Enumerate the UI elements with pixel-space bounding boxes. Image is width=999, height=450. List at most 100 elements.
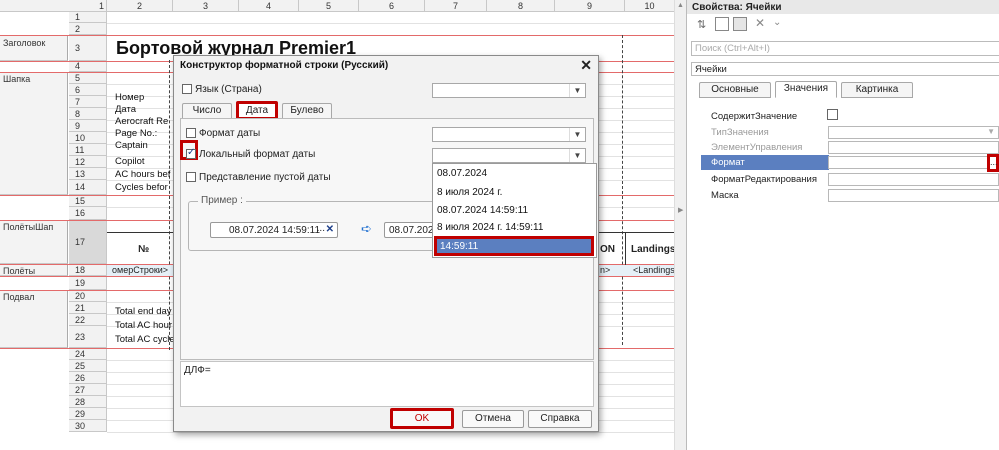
close-icon[interactable]: ✕ — [580, 57, 592, 74]
header-field[interactable]: AC hours bef — [115, 169, 170, 180]
properties-panel[interactable]: Свойства: Ячейки ⇅ ✕ ⌄ Поиск (Ctrl+Alt+I… — [686, 0, 999, 450]
group-flights-header[interactable]: ПолётыШап — [0, 220, 68, 264]
lang-checkbox[interactable] — [182, 84, 192, 95]
tab-picture[interactable]: Картинка — [841, 82, 913, 98]
row-header-23[interactable]: 23 — [69, 326, 107, 348]
row-header-22[interactable]: 22 — [69, 314, 107, 326]
row-header-4[interactable]: 4 — [69, 61, 107, 72]
row-header-14[interactable]: 14 — [69, 180, 107, 195]
row-header-19[interactable]: 19 — [69, 276, 107, 290]
row-header-27[interactable]: 27 — [69, 384, 107, 396]
row-header-20[interactable]: 20 — [69, 290, 107, 302]
row-header-25[interactable]: 25 — [69, 360, 107, 372]
local-format-checkbox[interactable] — [186, 147, 196, 160]
value-type-field[interactable]: ▼ — [828, 126, 999, 139]
chevron-down-icon[interactable]: ▼ — [569, 149, 585, 162]
row-header-11[interactable]: 11 — [69, 144, 107, 156]
table-header-landings[interactable]: Landings — [631, 244, 675, 255]
header-field[interactable]: Дата — [115, 104, 136, 115]
ok-button[interactable]: OK — [390, 408, 454, 429]
row-header-30[interactable]: 30 — [69, 420, 107, 432]
prop-format[interactable]: Формат — [711, 157, 745, 168]
local-format-select[interactable]: ▼ — [432, 148, 586, 163]
date-format-row[interactable]: Формат даты — [186, 128, 260, 139]
footer-field[interactable]: Total end day — [115, 306, 172, 317]
group-header[interactable]: Шапка — [0, 72, 68, 195]
lang-select[interactable]: ▼ — [432, 83, 586, 98]
header-field[interactable]: Aerocraft Re — [115, 116, 168, 127]
empty-date-row[interactable]: Представление пустой даты — [186, 172, 331, 183]
row-param-mid[interactable]: n> — [600, 265, 610, 275]
chevron-down-icon[interactable]: ▼ — [987, 127, 995, 136]
row-header-9[interactable]: 9 — [69, 120, 107, 132]
chevron-down-icon[interactable]: ▼ — [569, 128, 585, 141]
row-header-26[interactable]: 26 — [69, 372, 107, 384]
chevron-down-icon[interactable]: ⌄ — [773, 17, 781, 28]
col-header-10[interactable]: 10 — [625, 0, 675, 12]
row-header-2[interactable]: 2 — [69, 23, 107, 35]
footer-field[interactable]: Total AC hour — [115, 320, 172, 331]
contains-value-checkbox[interactable] — [827, 109, 838, 120]
row-header-8[interactable]: 8 — [69, 108, 107, 120]
tab-basic[interactable]: Основные — [699, 82, 771, 98]
group-title[interactable]: Заголовок — [0, 36, 68, 61]
dropdown-option-selected[interactable]: 14:59:11 — [434, 236, 594, 256]
header-field[interactable]: Captain — [115, 140, 148, 151]
group-flights[interactable]: Полёты — [0, 264, 68, 276]
row-header-18[interactable]: 18 — [69, 264, 107, 276]
footer-field[interactable]: Total AC cycle — [115, 334, 175, 345]
row-header-21[interactable]: 21 — [69, 302, 107, 314]
local-format-row[interactable]: Локальный формат даты — [186, 147, 315, 160]
col-header-6[interactable]: 6 — [359, 0, 425, 12]
row-header-1[interactable]: 1 — [69, 12, 107, 23]
row-header-17[interactable]: 17 — [69, 220, 107, 264]
col-header-9[interactable]: 9 — [555, 0, 625, 12]
header-field[interactable]: Номер — [115, 92, 144, 103]
dlf-area[interactable] — [180, 361, 594, 407]
dropdown-option[interactable]: 08.07.2024 14:59:11 — [437, 205, 528, 216]
sort-icon[interactable]: ⇅ — [697, 18, 706, 31]
search-input[interactable]: Поиск (Ctrl+Alt+I) — [691, 41, 999, 56]
col-header-8[interactable]: 8 — [487, 0, 555, 12]
row-param[interactable]: омерСтроки> — [112, 265, 168, 275]
ellipsis-icon[interactable]: ... — [317, 223, 325, 234]
row-header-15[interactable]: 15 — [69, 195, 107, 207]
tab-values[interactable]: Значения — [775, 81, 837, 98]
date-format-select[interactable]: ▼ — [432, 127, 586, 142]
control-field[interactable] — [828, 141, 999, 154]
table-header-no[interactable]: № — [138, 244, 149, 255]
col-header-5[interactable]: 5 — [299, 0, 359, 12]
row-header-12[interactable]: 12 — [69, 156, 107, 168]
example-input[interactable]: 08.07.2024 14:59:11 ... ✕ — [210, 222, 338, 238]
tab-boolean[interactable]: Булево — [282, 103, 332, 119]
col-header-3[interactable]: 3 — [173, 0, 239, 12]
tab-number[interactable]: Число — [182, 103, 232, 119]
col-header-2[interactable]: 2 — [107, 0, 173, 12]
delete-icon[interactable]: ✕ — [755, 16, 765, 30]
cancel-button[interactable]: Отмена — [462, 410, 524, 428]
dropdown-option[interactable]: 08.07.2024 — [437, 168, 487, 179]
scroll-up-icon[interactable]: ▲ — [677, 2, 684, 9]
col-header-7[interactable]: 7 — [425, 0, 487, 12]
col-header-1[interactable]: 1 — [97, 0, 107, 12]
edit-format-field[interactable] — [828, 173, 999, 186]
filter-icon[interactable] — [733, 17, 747, 31]
row-header-28[interactable]: 28 — [69, 396, 107, 408]
empty-date-checkbox[interactable] — [186, 172, 196, 183]
format-select-button[interactable]: ... — [987, 154, 999, 172]
table-header-on[interactable]: ON — [600, 244, 615, 255]
row-header-5[interactable]: 5 — [69, 72, 107, 84]
lang-checkbox-row[interactable]: Язык (Страна) — [182, 84, 262, 95]
dropdown-option[interactable]: 8 июля 2024 г. — [437, 187, 502, 198]
row-header-16[interactable]: 16 — [69, 207, 107, 220]
vertical-scrollbar[interactable]: ▲ ▶ — [674, 0, 686, 450]
help-button[interactable]: Справка — [528, 410, 592, 428]
header-field[interactable]: Page No.: — [115, 128, 157, 139]
group-footer[interactable]: Подвал — [0, 290, 68, 348]
col-header-4[interactable]: 4 — [239, 0, 299, 12]
chevron-down-icon[interactable]: ▼ — [569, 84, 585, 97]
row-param-landings[interactable]: <Landings — [633, 265, 675, 275]
grid-icon[interactable] — [715, 17, 729, 31]
local-format-dropdown[interactable]: 08.07.2024 8 июля 2024 г. 08.07.2024 14:… — [432, 163, 597, 258]
row-header-24[interactable]: 24 — [69, 348, 107, 360]
